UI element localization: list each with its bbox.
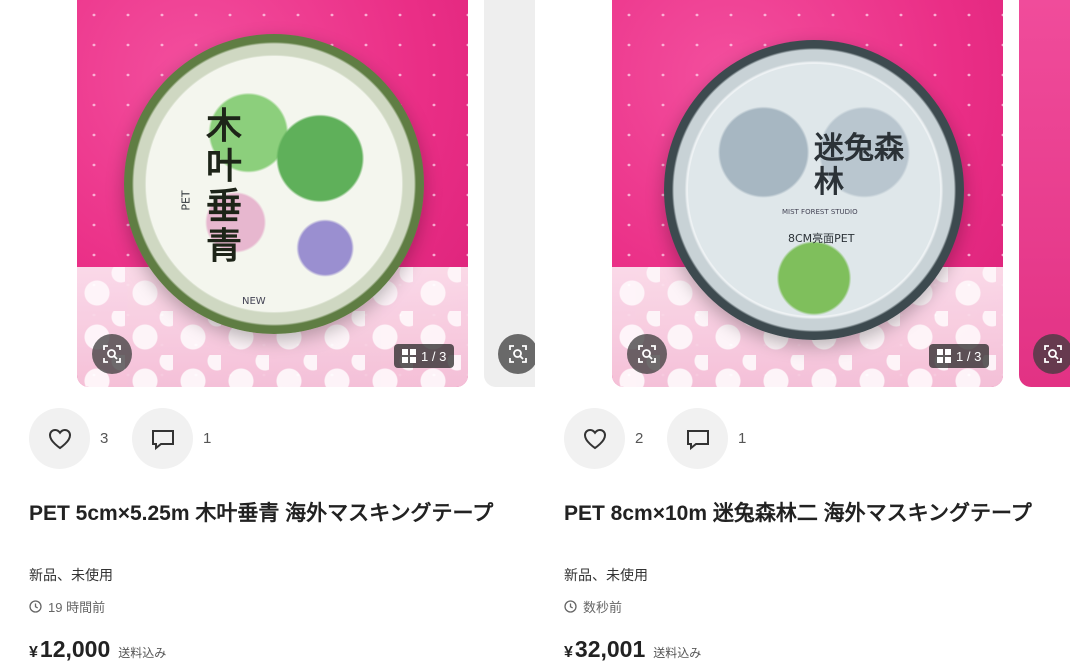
comment-count: 1 bbox=[738, 430, 747, 447]
image-counter-text: 1 / 3 bbox=[421, 348, 447, 364]
like-button[interactable] bbox=[29, 408, 90, 469]
listing-title[interactable]: PET 8cm×10m 迷兔森林二 海外マスキングテープ bbox=[564, 497, 1054, 530]
product-photo[interactable]: 迷兔森林 MIST FOREST STUDIO 8CM亮面PET 1 / 3 bbox=[612, 0, 1003, 387]
visual-search-icon bbox=[103, 345, 121, 363]
posted-time-text: 数秒前 bbox=[583, 600, 623, 615]
image-counter: 1 / 3 bbox=[394, 344, 455, 368]
tape-sub: 8CM亮面PET bbox=[788, 232, 855, 245]
comment-button[interactable] bbox=[667, 408, 728, 469]
price-row: ¥32,001 送料込み bbox=[564, 636, 701, 663]
listing-actions: 2 1 bbox=[564, 408, 760, 469]
comment-icon bbox=[151, 429, 174, 450]
posted-time-text: 19 時間前 bbox=[48, 600, 106, 615]
image-counter-text: 1 / 3 bbox=[956, 348, 982, 364]
item-condition: 新品、未使用 bbox=[29, 567, 113, 583]
price: ¥32,001 bbox=[564, 636, 645, 663]
image-carousel[interactable]: 木叶垂青 PET NEW 1 / 3 bbox=[0, 0, 535, 387]
tape-tag: MIST FOREST STUDIO bbox=[782, 208, 858, 216]
image-counter: 1 / 3 bbox=[929, 344, 990, 368]
clock-icon bbox=[564, 600, 577, 613]
shipping-info: 送料込み bbox=[118, 646, 167, 660]
image-carousel[interactable]: 迷兔森林 MIST FOREST STUDIO 8CM亮面PET 1 / 3 bbox=[535, 0, 1070, 387]
posted-time: 数秒前 bbox=[564, 597, 622, 616]
tape-title: 迷兔森林 bbox=[814, 131, 904, 200]
currency-symbol: ¥ bbox=[564, 644, 573, 661]
gallery-grid-icon bbox=[402, 349, 416, 363]
like-count: 3 bbox=[100, 430, 109, 447]
tape-title: 木叶垂青 bbox=[205, 105, 242, 267]
price-row: ¥12,000 送料込み bbox=[29, 636, 166, 663]
tape-tag: NEW bbox=[242, 296, 266, 307]
price-value: 12,000 bbox=[39, 636, 111, 662]
visual-search-button-next[interactable] bbox=[498, 334, 535, 374]
product-photo[interactable]: 木叶垂青 PET NEW 1 / 3 bbox=[77, 0, 468, 387]
listing-card-2[interactable]: 迷兔森林 MIST FOREST STUDIO 8CM亮面PET 1 / 3 2… bbox=[535, 0, 1070, 670]
posted-time: 19 時間前 bbox=[29, 597, 105, 616]
visual-search-button[interactable] bbox=[627, 334, 667, 374]
tape-roll: 木叶垂青 PET NEW bbox=[124, 34, 424, 334]
next-photo-peek[interactable] bbox=[1019, 0, 1070, 387]
shipping-info: 送料込み bbox=[653, 646, 702, 660]
like-count: 2 bbox=[635, 430, 644, 447]
comment-icon bbox=[686, 429, 709, 450]
tape-roll: 迷兔森林 MIST FOREST STUDIO 8CM亮面PET bbox=[664, 40, 964, 340]
visual-search-button[interactable] bbox=[92, 334, 132, 374]
price: ¥12,000 bbox=[29, 636, 110, 663]
listing-actions: 3 1 bbox=[29, 408, 225, 469]
tape-artwork bbox=[146, 56, 402, 312]
visual-search-icon bbox=[638, 345, 656, 363]
gallery-grid-icon bbox=[937, 349, 951, 363]
listing-title[interactable]: PET 5cm×5.25m 木叶垂青 海外マスキングテープ bbox=[29, 497, 519, 530]
comment-count: 1 bbox=[203, 430, 212, 447]
next-photo-peek[interactable] bbox=[484, 0, 535, 387]
comment-button[interactable] bbox=[132, 408, 193, 469]
listing-card-1[interactable]: 木叶垂青 PET NEW 1 / 3 3 1 PET 5cm×5.25m 木叶垂… bbox=[0, 0, 535, 670]
like-button[interactable] bbox=[564, 408, 625, 469]
visual-search-icon bbox=[1044, 345, 1062, 363]
currency-symbol: ¥ bbox=[29, 644, 38, 661]
item-condition: 新品、未使用 bbox=[564, 567, 648, 583]
price-value: 32,001 bbox=[574, 636, 646, 662]
heart-icon bbox=[48, 428, 71, 449]
tape-sub: PET bbox=[179, 190, 193, 211]
visual-search-button-next[interactable] bbox=[1033, 334, 1070, 374]
clock-icon bbox=[29, 600, 42, 613]
visual-search-icon bbox=[509, 345, 527, 363]
heart-icon bbox=[583, 428, 606, 449]
